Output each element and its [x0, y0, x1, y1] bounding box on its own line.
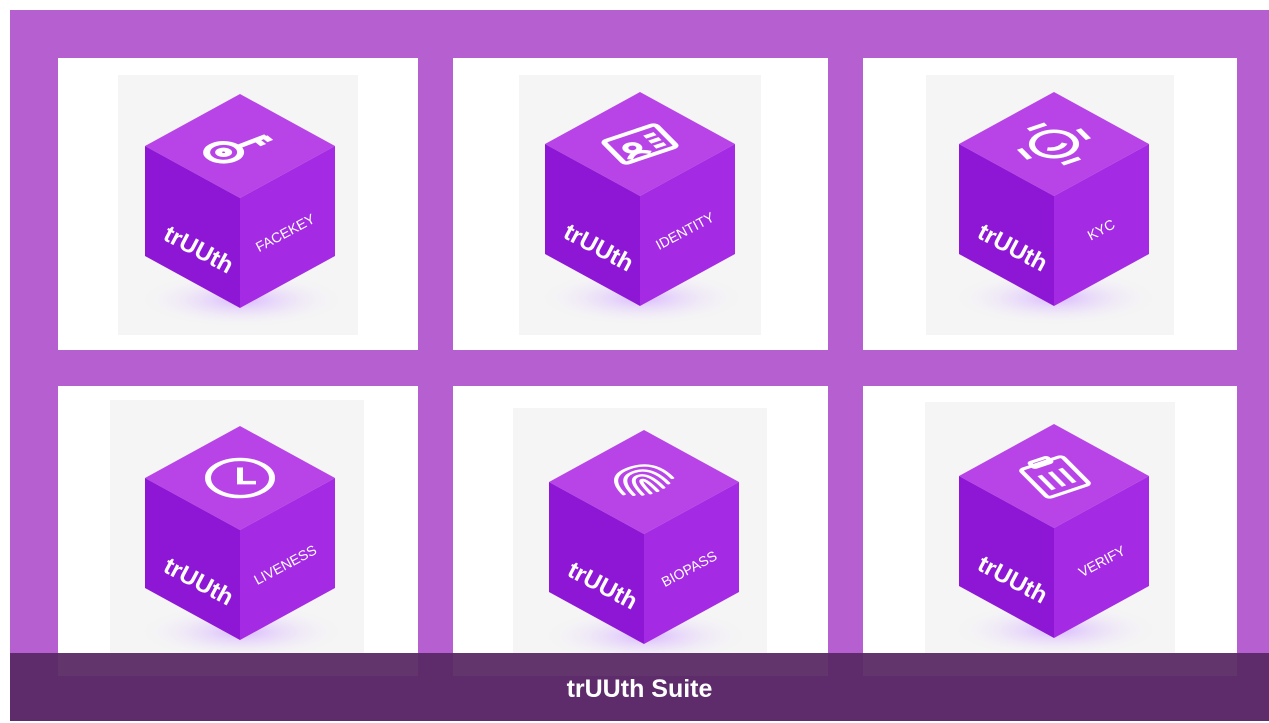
- product-cube-kyc[interactable]: trUUth KYC: [944, 88, 1164, 328]
- product-cube-biopass[interactable]: trUUth BIOPASS: [534, 426, 754, 666]
- product-cube-facekey[interactable]: trUUth FACEKEY: [130, 90, 350, 330]
- caption-bar: trUUth Suite: [10, 653, 1269, 721]
- product-cube-verify[interactable]: trUUth VERIFY: [944, 420, 1164, 660]
- product-cube-liveness[interactable]: trUUth LIVENESS: [130, 422, 350, 662]
- product-cube-identity[interactable]: trUUth IDENTITY: [530, 88, 750, 328]
- caption-title: trUUth Suite: [566, 675, 713, 703]
